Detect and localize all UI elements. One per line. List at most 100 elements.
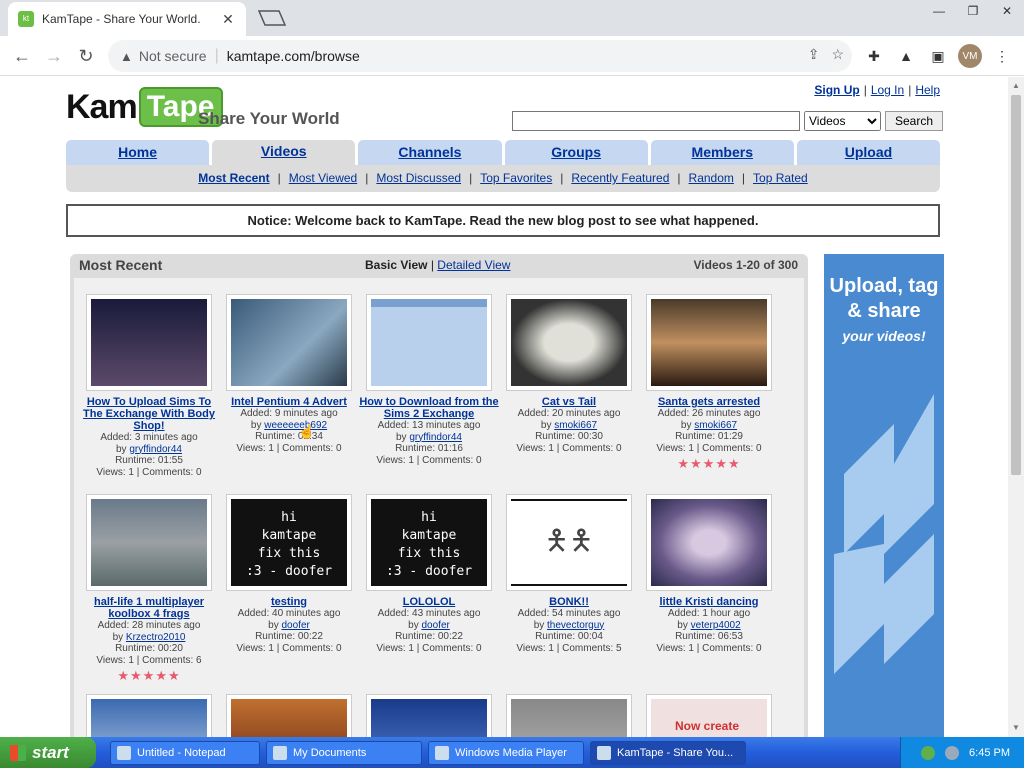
scroll-down-icon[interactable]: ▼ (1012, 723, 1020, 732)
video-user-link[interactable]: Krzectro2010 (126, 632, 185, 643)
video-user-link[interactable]: smoki667 (554, 420, 597, 431)
start-button[interactable]: start (0, 737, 96, 768)
video-thumbnail[interactable]: hi kamtape fix this :3 - doofer (226, 494, 352, 591)
profile-avatar[interactable]: VM (958, 44, 982, 68)
labs-flask-icon[interactable]: ▲ (896, 46, 916, 66)
video-thumbnail[interactable] (366, 294, 492, 391)
tab-videos[interactable]: Videos (212, 140, 356, 165)
task-my-documents[interactable]: My Documents (266, 740, 422, 765)
task-kamtape[interactable]: KamTape - Share You... (590, 740, 746, 765)
video-thumbnail[interactable] (506, 294, 632, 391)
video-title-link[interactable]: half-life 1 multiplayer koolbox 4 frags (79, 596, 219, 620)
browser-tab[interactable]: kt KamTape - Share Your World. ✕ (8, 2, 246, 36)
reload-icon[interactable]: ↻ (74, 44, 98, 68)
clock[interactable]: 6:45 PM (969, 747, 1010, 759)
network-icon[interactable] (921, 745, 936, 760)
ad-subline: your videos! (842, 328, 926, 344)
video-stats: Views: 1 | Comments: 0 (236, 642, 342, 654)
video-title-link[interactable]: Santa gets arrested (639, 396, 779, 408)
most-recent-panel: Most Recent Basic View | Detailed View V… (70, 254, 808, 737)
video-added: Added: 54 minutes ago (517, 608, 621, 619)
page-scrollbar[interactable]: ▲ ▼ (1008, 77, 1024, 737)
video-title-link[interactable]: BONK!! (499, 596, 639, 608)
video-user-link[interactable]: veterp4002 (691, 620, 741, 631)
extensions-icon[interactable]: ✚ (864, 46, 884, 66)
subnav-recently-featured[interactable]: Recently Featured (571, 171, 669, 185)
close-window-icon[interactable]: ✕ (990, 0, 1024, 22)
video-thumbnail[interactable] (646, 494, 772, 591)
scroll-up-icon[interactable]: ▲ (1012, 81, 1020, 90)
signup-link[interactable]: Sign Up (814, 83, 859, 97)
video-title-link[interactable]: How To Upload Sims To The Exchange With … (79, 396, 219, 432)
new-tab-icon[interactable] (257, 8, 287, 28)
task-notepad[interactable]: Untitled - Notepad (110, 740, 260, 765)
logo-kam: Kam (66, 88, 138, 126)
minimize-icon[interactable]: — (922, 0, 956, 22)
video-by: by (677, 619, 688, 631)
close-tab-icon[interactable]: ✕ (220, 11, 236, 28)
help-link[interactable]: Help (915, 83, 940, 97)
video-thumbnail[interactable]: 🯅🯅 (506, 494, 632, 591)
video-added: Added: 3 minutes ago (100, 432, 198, 443)
video-thumbnail[interactable]: hi kamtape fix this :3 - doofer (366, 494, 492, 591)
video-stats: Views: 1 | Comments: 0 (96, 466, 202, 478)
video-item: Now create (639, 694, 779, 737)
back-icon[interactable]: ← (10, 44, 34, 68)
detailed-view-link[interactable]: Detailed View (437, 258, 510, 272)
video-thumbnail[interactable] (366, 694, 492, 737)
tab-home[interactable]: Home (66, 140, 210, 165)
volume-icon[interactable] (945, 745, 960, 760)
video-thumbnail[interactable]: Now create (646, 694, 772, 737)
video-user-link[interactable]: weeeeeeb692 (264, 420, 327, 431)
search-bar: Videos Search (512, 111, 943, 131)
tab-members[interactable]: Members (650, 140, 794, 165)
video-title-link[interactable]: LOLOLOL (359, 596, 499, 608)
tab-groups[interactable]: Groups (504, 140, 648, 165)
search-type-select[interactable]: Videos (804, 111, 881, 131)
video-title-link[interactable]: little Kristi dancing (639, 596, 779, 608)
warning-icon[interactable]: ▲ (120, 49, 133, 64)
restore-icon[interactable]: ❐ (956, 0, 990, 22)
video-item: 🯅🯅 BONK!! Added: 54 minutes ago by theve… (499, 494, 639, 654)
video-user-link[interactable]: gryffindor44 (129, 444, 182, 455)
side-panel-icon[interactable]: ▣ (928, 46, 948, 66)
search-button[interactable]: Search (885, 111, 943, 131)
address-bar[interactable]: ▲ Not secure | kamtape.com/browse ⇪ ☆ (108, 40, 852, 72)
upload-ad-banner[interactable]: Upload, tag & share your videos! (824, 254, 944, 737)
video-thumbnail[interactable] (506, 694, 632, 737)
subnav-random[interactable]: Random (689, 171, 734, 185)
menu-kebab-icon[interactable]: ⋮ (992, 46, 1012, 66)
video-thumbnail[interactable] (226, 294, 352, 391)
tab-upload[interactable]: Upload (796, 140, 941, 165)
subnav-most-discussed[interactable]: Most Discussed (376, 171, 461, 185)
video-user-link[interactable]: doofer (281, 620, 309, 631)
video-title-link[interactable]: How to Download from the Sims 2 Exchange (359, 396, 499, 420)
url-text[interactable]: kamtape.com/browse (227, 48, 360, 64)
video-user-link[interactable]: thevectorguy (547, 620, 604, 631)
video-user-link[interactable]: doofer (421, 620, 449, 631)
subnav-top-rated[interactable]: Top Rated (753, 171, 808, 185)
taskbar: start Untitled - Notepad My Documents Wi… (0, 737, 1024, 768)
video-title-link[interactable]: Cat vs Tail (499, 396, 639, 408)
search-input[interactable] (512, 111, 800, 131)
share-icon[interactable]: ⇪ (808, 46, 820, 63)
video-user-link[interactable]: gryffindor44 (409, 432, 462, 443)
video-thumbnail[interactable] (86, 494, 212, 591)
subnav-most-viewed[interactable]: Most Viewed (289, 171, 357, 185)
login-link[interactable]: Log In (871, 83, 904, 97)
video-title-link[interactable]: testing (219, 596, 359, 608)
subnav-most-recent[interactable]: Most Recent (198, 171, 269, 185)
video-thumbnail[interactable] (86, 294, 212, 391)
video-title-link[interactable]: Intel Pentium 4 Advert (219, 396, 359, 408)
forward-icon[interactable]: → (42, 44, 66, 68)
video-thumbnail[interactable] (646, 294, 772, 391)
task-media-player[interactable]: Windows Media Player (428, 740, 584, 765)
tab-channels[interactable]: Channels (358, 140, 502, 165)
video-thumbnail[interactable] (86, 694, 212, 737)
scrollbar-thumb[interactable] (1011, 95, 1021, 475)
video-thumbnail[interactable] (226, 694, 352, 737)
mouse-cursor-icon: ☝ (298, 423, 316, 439)
bookmark-star-icon[interactable]: ☆ (831, 46, 844, 63)
video-user-link[interactable]: smoki667 (694, 420, 737, 431)
subnav-top-favorites[interactable]: Top Favorites (480, 171, 552, 185)
